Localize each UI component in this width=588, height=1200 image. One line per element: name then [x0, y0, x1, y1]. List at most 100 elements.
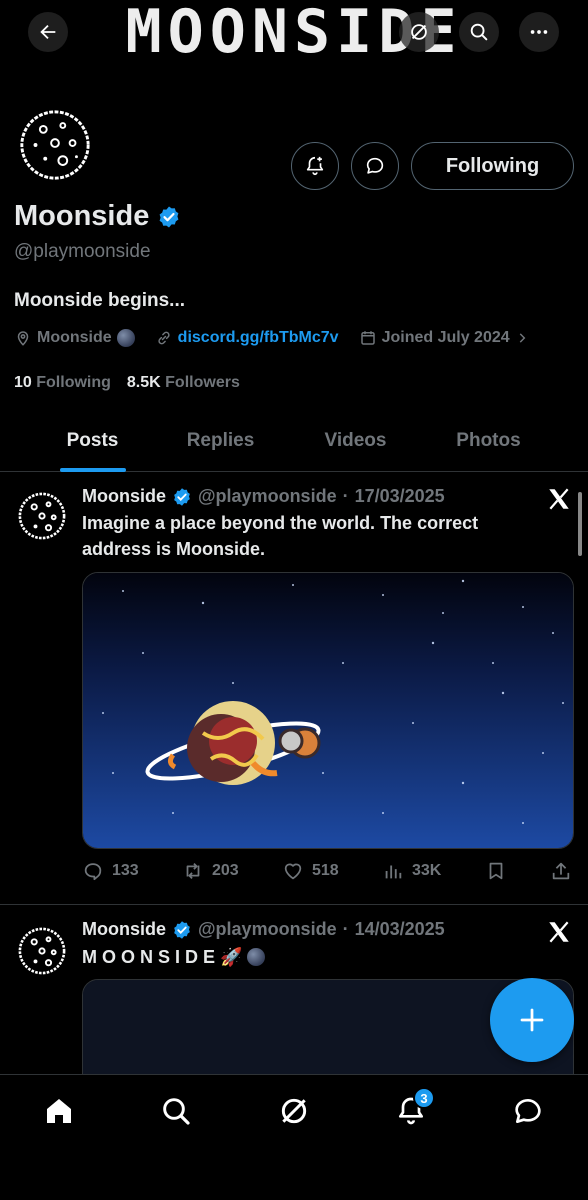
nav-search[interactable] — [156, 1091, 196, 1131]
tab-replies[interactable]: Replies — [158, 410, 283, 472]
nav-messages[interactable] — [508, 1091, 548, 1131]
like-icon — [284, 863, 302, 880]
banner-text: MOONSIDE — [125, 0, 463, 66]
tab-replies-label: Replies — [186, 430, 255, 451]
search-icon — [470, 23, 488, 41]
location-item: Moonside — [14, 329, 135, 347]
moon-avatar-image — [18, 492, 66, 540]
post-header: Moonside @playmoonside · 14/03/2025 — [82, 919, 445, 940]
moon-avatar-image — [18, 927, 66, 975]
calendar-icon — [360, 331, 375, 345]
tab-videos[interactable]: Videos — [293, 410, 418, 472]
profile-name-row: Moonside — [14, 200, 181, 233]
notify-button[interactable] — [291, 142, 339, 190]
notification-add-icon — [306, 156, 324, 176]
post-item[interactable]: Moonside @playmoonside · 14/03/2025 M O … — [0, 905, 588, 1099]
website-item[interactable]: discord.gg/fbTbMc7v — [155, 329, 339, 347]
post-avatar[interactable] — [16, 490, 68, 542]
message-button[interactable] — [351, 142, 399, 190]
message-icon — [366, 157, 384, 174]
notification-badge: 3 — [413, 1087, 435, 1109]
joined-item: Joined July 2024 — [359, 329, 529, 347]
reply-button[interactable]: 133 — [82, 860, 139, 882]
verified-icon — [174, 487, 190, 506]
profile-meta: Moonside discord.gg/fbTbMc7v Joined July… — [14, 329, 549, 347]
post-text: M O O N S I D E 🚀 — [82, 944, 552, 970]
profile-avatar[interactable] — [14, 104, 96, 186]
reply-count: 133 — [112, 862, 139, 879]
location-text: Moonside — [37, 329, 112, 346]
tab-posts[interactable]: Posts — [30, 410, 155, 472]
tab-posts-label: Posts — [66, 430, 119, 451]
share-icon — [552, 862, 570, 880]
like-count: 518 — [312, 862, 339, 879]
space-explosion-illustration — [83, 573, 573, 848]
following-count: 10 — [14, 374, 32, 391]
profile-bio: Moonside begins... — [14, 290, 186, 311]
moon-emoji-icon — [247, 948, 266, 966]
post-author-handle[interactable]: @playmoonside — [198, 919, 337, 940]
repost-icon — [186, 863, 200, 879]
tab-photos-label: Photos — [456, 430, 521, 451]
follow-stats: 10 Following 8.5K Followers — [14, 374, 240, 392]
post-media-image[interactable] — [82, 572, 574, 849]
grok-button[interactable] — [399, 12, 439, 52]
compose-button[interactable] — [490, 978, 574, 1062]
post-author-handle[interactable]: @playmoonside — [198, 486, 337, 507]
scrollbar[interactable] — [578, 492, 582, 556]
share-button[interactable] — [550, 860, 572, 882]
post-text-content: M O O N S I D E 🚀 — [82, 947, 243, 967]
post-date[interactable]: 14/03/2025 — [355, 919, 445, 940]
grok-icon — [411, 24, 427, 40]
views-icon — [385, 865, 402, 879]
more-button[interactable] — [519, 12, 559, 52]
followers-label: Followers — [165, 374, 240, 391]
search-icon — [163, 1098, 190, 1125]
post-author-name[interactable]: Moonside — [82, 486, 166, 507]
post-header: Moonside @playmoonside · 17/03/2025 — [82, 486, 445, 507]
post-text: Imagine a place beyond the world. The co… — [82, 513, 479, 559]
verified-icon[interactable] — [157, 205, 181, 229]
post-actions: 133 203 518 33K — [82, 860, 572, 882]
post-separator: · — [342, 486, 349, 506]
post-separator: · — [342, 919, 349, 939]
compose-plus-icon — [520, 1008, 544, 1032]
joined-text: Joined July 2024 — [381, 329, 510, 346]
search-button[interactable] — [459, 12, 499, 52]
tab-photos[interactable]: Photos — [426, 410, 551, 472]
views-count: 33K — [412, 862, 442, 879]
website-link[interactable]: discord.gg/fbTbMc7v — [178, 329, 339, 347]
message-icon — [515, 1099, 541, 1123]
following-label: Following — [36, 374, 111, 391]
post-author-name[interactable]: Moonside — [82, 919, 166, 940]
profile-name: Moonside — [14, 200, 150, 232]
back-button[interactable] — [28, 12, 68, 52]
nav-notifications[interactable]: 3 — [391, 1087, 435, 1131]
post-item[interactable]: Moonside @playmoonside · 17/03/2025 Imag… — [0, 472, 588, 904]
like-button[interactable]: 518 — [282, 860, 339, 882]
tab-videos-label: Videos — [324, 430, 387, 451]
profile-tabs: Posts Replies Videos Photos — [0, 410, 588, 472]
following-button[interactable]: Following — [411, 142, 574, 190]
repost-button[interactable]: 203 — [182, 860, 239, 882]
bookmark-button[interactable] — [485, 860, 507, 882]
views-button[interactable]: 33K — [382, 860, 441, 882]
following-stat[interactable]: 10 Following — [14, 374, 111, 392]
verified-icon — [174, 920, 190, 939]
followers-stat[interactable]: 8.5K Followers — [127, 374, 240, 392]
nav-home[interactable] — [39, 1091, 79, 1131]
home-icon — [47, 1099, 71, 1123]
more-icon — [530, 30, 548, 34]
nav-grok[interactable] — [274, 1091, 314, 1131]
x-logo-icon — [549, 488, 569, 510]
back-arrow-icon — [40, 24, 56, 40]
chevron-right-icon[interactable] — [515, 331, 529, 345]
x-logo-icon — [549, 921, 569, 943]
moon-avatar-image — [20, 110, 90, 180]
repost-count: 203 — [212, 862, 239, 879]
profile-banner[interactable]: MOONSIDE — [0, 0, 588, 66]
profile-handle: @playmoonside — [14, 241, 151, 262]
post-date[interactable]: 17/03/2025 — [355, 486, 445, 507]
post-avatar[interactable] — [16, 925, 68, 977]
link-icon — [158, 331, 170, 345]
